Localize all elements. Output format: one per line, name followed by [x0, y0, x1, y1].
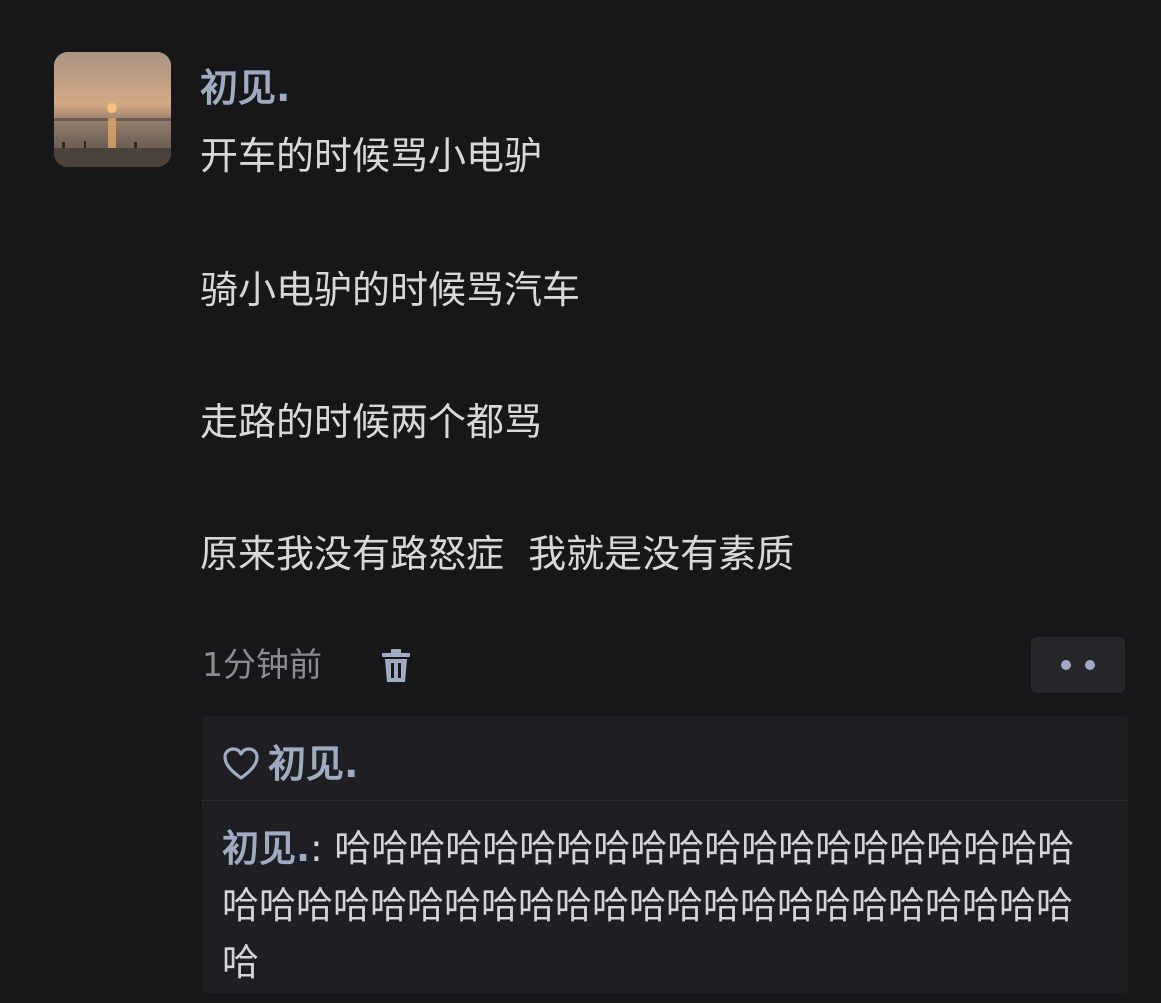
more-dots-icon[interactable]	[1031, 637, 1125, 693]
moments-post: 初见. 开车的时候骂小电驴 骑小电驴的时候骂汽车 走路的时候两个都骂 原来我没有…	[0, 0, 1161, 1003]
heart-icon	[223, 747, 259, 780]
likes-row: 初见.	[222, 738, 358, 790]
divider	[202, 800, 1128, 801]
post-line-1: 开车的时候骂小电驴	[200, 134, 543, 178]
more-dot-right	[1085, 660, 1095, 670]
post-timestamp: 1分钟前	[202, 645, 322, 684]
comment[interactable]: 初见.: 哈哈哈哈哈哈哈哈哈哈哈哈哈哈哈哈哈哈哈哈哈哈哈哈哈哈哈哈哈哈哈哈哈哈哈…	[222, 820, 1102, 991]
comment-body: 哈哈哈哈哈哈哈哈哈哈哈哈哈哈哈哈哈哈哈哈哈哈哈哈哈哈哈哈哈哈哈哈哈哈哈哈哈哈哈哈…	[222, 827, 1075, 984]
sunset-photo	[54, 52, 171, 167]
liker-name[interactable]: 初见.	[268, 738, 358, 790]
avatar[interactable]	[54, 52, 171, 167]
comment-separator: :	[310, 827, 335, 870]
more-dot-left	[1061, 660, 1071, 670]
interaction-panel: 初见. 初见.: 哈哈哈哈哈哈哈哈哈哈哈哈哈哈哈哈哈哈哈哈哈哈哈哈哈哈哈哈哈哈哈…	[202, 716, 1128, 993]
post-username[interactable]: 初见.	[200, 62, 290, 114]
trash-icon[interactable]	[378, 646, 414, 686]
post-line-4: 原来我没有路怒症 我就是没有素质	[200, 532, 795, 576]
comment-author[interactable]: 初见.	[222, 827, 310, 870]
post-line-2: 骑小电驴的时候骂汽车	[200, 268, 581, 312]
post-line-3: 走路的时候两个都骂	[200, 400, 543, 444]
